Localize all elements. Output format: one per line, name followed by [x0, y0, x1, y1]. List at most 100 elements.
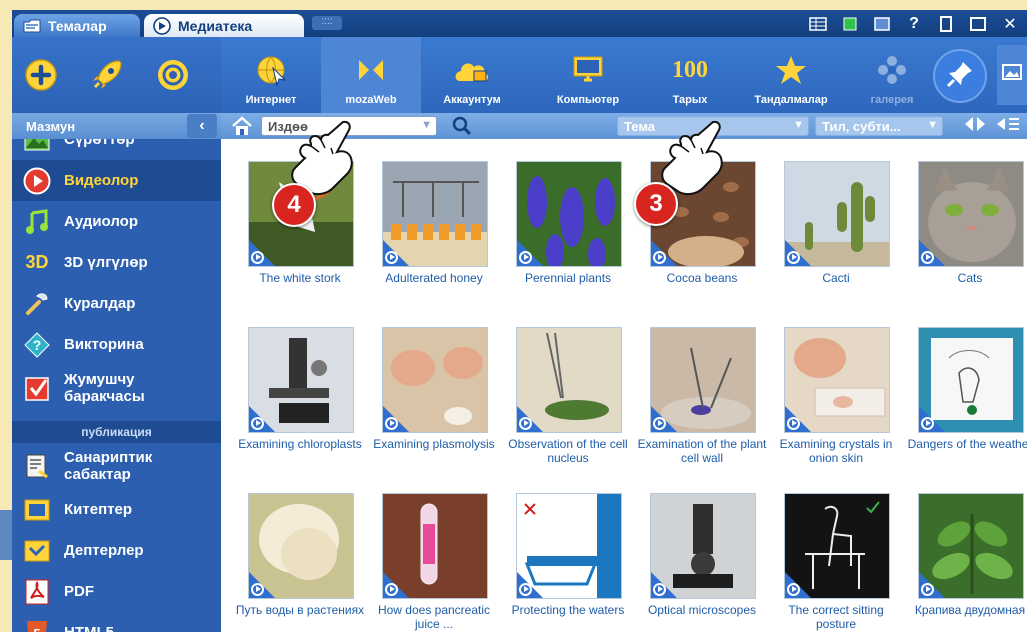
- prev-next-icon[interactable]: [961, 114, 989, 139]
- sidebar-item-digital-lessons[interactable]: Санариптик сабактар: [12, 443, 221, 489]
- add-icon[interactable]: [20, 54, 62, 96]
- mozaweb-icon: [355, 52, 387, 88]
- sidebar-item-html5[interactable]: 5 HTML5: [12, 612, 221, 632]
- media-thumbnail[interactable]: [516, 327, 622, 433]
- layout-icon[interactable]: [807, 14, 829, 34]
- sidebar-item-books-label: Китептер: [64, 501, 132, 518]
- worksheet-icon: [22, 373, 52, 403]
- sidebar-item-pdf[interactable]: PDF: [12, 571, 221, 612]
- media-tile[interactable]: Examination of the plant cell wall: [635, 327, 769, 477]
- green-screen-icon[interactable]: [839, 14, 861, 34]
- media-thumbnail[interactable]: [516, 493, 622, 599]
- play-icon: [251, 251, 264, 264]
- pin-button[interactable]: [933, 49, 987, 103]
- computer-icon: [572, 52, 604, 88]
- toolbar-gallery-button[interactable]: галерея: [845, 37, 939, 113]
- collapse-panel-button[interactable]: ‹: [187, 114, 217, 138]
- media-tile[interactable]: Dangers of the weather: [903, 327, 1027, 477]
- favorites-icon: [775, 52, 807, 88]
- sidebar-item-3d[interactable]: 3D 3D үлгүлөр: [12, 242, 221, 283]
- toolbar-account-label: Аккаунтум: [443, 94, 501, 106]
- view-arrows: [961, 115, 1027, 137]
- restore-icon[interactable]: [935, 14, 957, 34]
- toolbar-computer-button[interactable]: Компьютер: [541, 37, 635, 113]
- play-icon: [787, 583, 800, 596]
- toolbar-favorites-button[interactable]: Тандалмалар: [741, 37, 841, 113]
- media-tile[interactable]: Examining crystals in onion skin: [769, 327, 903, 477]
- books-icon: [22, 495, 52, 525]
- new-tab-button[interactable]: ::::: [312, 16, 342, 30]
- toolbar-mozaweb-button[interactable]: mozaWeb: [321, 37, 421, 113]
- help-icon[interactable]: ?: [903, 14, 925, 34]
- image-icon: [22, 139, 52, 155]
- sidebar-item-notebooks[interactable]: Дептерлер: [12, 530, 221, 571]
- search-icon[interactable]: [451, 116, 473, 136]
- sidebar-item-videos[interactable]: Видеолор: [12, 160, 221, 201]
- home-icon[interactable]: [231, 116, 253, 136]
- sidebar-item-quiz[interactable]: ? Викторина: [12, 324, 221, 365]
- sidebar-item-worksheets-label: Жумушчу баракчасы: [64, 371, 145, 405]
- media-tile[interactable]: Protecting the waters: [501, 493, 635, 632]
- app-window: Темалар Медиатека :::: ? ✕ Мазмун ‹ Сүрө…: [12, 10, 1027, 632]
- media-thumbnail[interactable]: [248, 327, 354, 433]
- media-thumbnail[interactable]: [248, 493, 354, 599]
- media-tile[interactable]: The correct sitting posture: [769, 493, 903, 632]
- media-thumbnail[interactable]: [516, 161, 622, 267]
- media-tile[interactable]: Perennial plants: [501, 161, 635, 311]
- toolbar-internet-button[interactable]: Интернет: [221, 37, 321, 113]
- play-icon: [787, 251, 800, 264]
- media-tile[interactable]: Optical microscopes: [635, 493, 769, 632]
- media-caption: Cocoa beans: [666, 271, 738, 285]
- sidebar-item-worksheets[interactable]: Жумушчу баракчасы: [12, 365, 221, 411]
- media-caption: How does pancreatic juice ...: [377, 603, 491, 631]
- sort-icon[interactable]: [995, 114, 1021, 139]
- media-tile[interactable]: Examining plasmolysis: [367, 327, 501, 477]
- media-thumbnail[interactable]: [382, 327, 488, 433]
- window-icon[interactable]: [871, 14, 893, 34]
- tab-media-library[interactable]: Медиатека: [144, 14, 304, 37]
- pin-icon: [945, 59, 975, 94]
- media-tile[interactable]: Cacti: [769, 161, 903, 311]
- media-thumbnail[interactable]: [784, 327, 890, 433]
- media-thumbnail[interactable]: [784, 493, 890, 599]
- play-icon: [653, 417, 666, 430]
- theme-chevron-down-icon: ▼: [793, 119, 804, 131]
- tools-icon: [22, 289, 52, 319]
- rocket-icon[interactable]: [86, 54, 128, 96]
- media-grid: The white stork Adulterated honey Perennia…: [221, 139, 1027, 632]
- language-select[interactable]: Тил, субти... ▼: [815, 116, 943, 136]
- media-tile[interactable]: Cats: [903, 161, 1027, 311]
- tab-media-library-label: Медиатека: [178, 17, 253, 34]
- sidebar-item-audio[interactable]: Аудиолор: [12, 201, 221, 242]
- sidebar-item-tools[interactable]: Куралдар: [12, 283, 221, 324]
- media-thumbnail[interactable]: [918, 327, 1024, 433]
- sidebar-item-images[interactable]: Сүрөттөр: [12, 139, 221, 160]
- media-tile[interactable]: Examining chloroplasts: [233, 327, 367, 477]
- media-thumbnail[interactable]: [918, 161, 1024, 267]
- media-thumbnail[interactable]: [650, 327, 756, 433]
- close-icon[interactable]: ✕: [999, 14, 1021, 34]
- media-thumbnail[interactable]: [382, 161, 488, 267]
- target-icon[interactable]: [152, 54, 194, 96]
- media-tile[interactable]: Путь воды в растениях: [233, 493, 367, 632]
- toolbar-account-button[interactable]: Аккаунтум: [425, 37, 519, 113]
- media-thumbnail[interactable]: [784, 161, 890, 267]
- toolbar-history-button[interactable]: 100 Тарых: [645, 37, 735, 113]
- media-tile[interactable]: Крапива двудомная: [903, 493, 1027, 632]
- media-thumbnail[interactable]: [650, 493, 756, 599]
- media-tile[interactable]: Adulterated honey: [367, 161, 501, 311]
- digital-lessons-icon: [22, 451, 52, 481]
- maximize-icon[interactable]: [967, 14, 989, 34]
- media-tile[interactable]: How does pancreatic juice ...: [367, 493, 501, 632]
- media-thumbnail[interactable]: [918, 493, 1024, 599]
- play-icon: [653, 583, 666, 596]
- media-caption: Cacti: [822, 271, 850, 285]
- sidebar-item-html5-label: HTML5: [64, 624, 114, 632]
- publication-separator: публикация: [12, 421, 221, 443]
- media-thumbnail[interactable]: [382, 493, 488, 599]
- tab-topics[interactable]: Темалар: [14, 14, 140, 37]
- media-tile[interactable]: Observation of the cell nucleus: [501, 327, 635, 477]
- video-icon: [22, 166, 52, 196]
- image-view-button[interactable]: [997, 45, 1027, 105]
- sidebar-item-books[interactable]: Китептер: [12, 489, 221, 530]
